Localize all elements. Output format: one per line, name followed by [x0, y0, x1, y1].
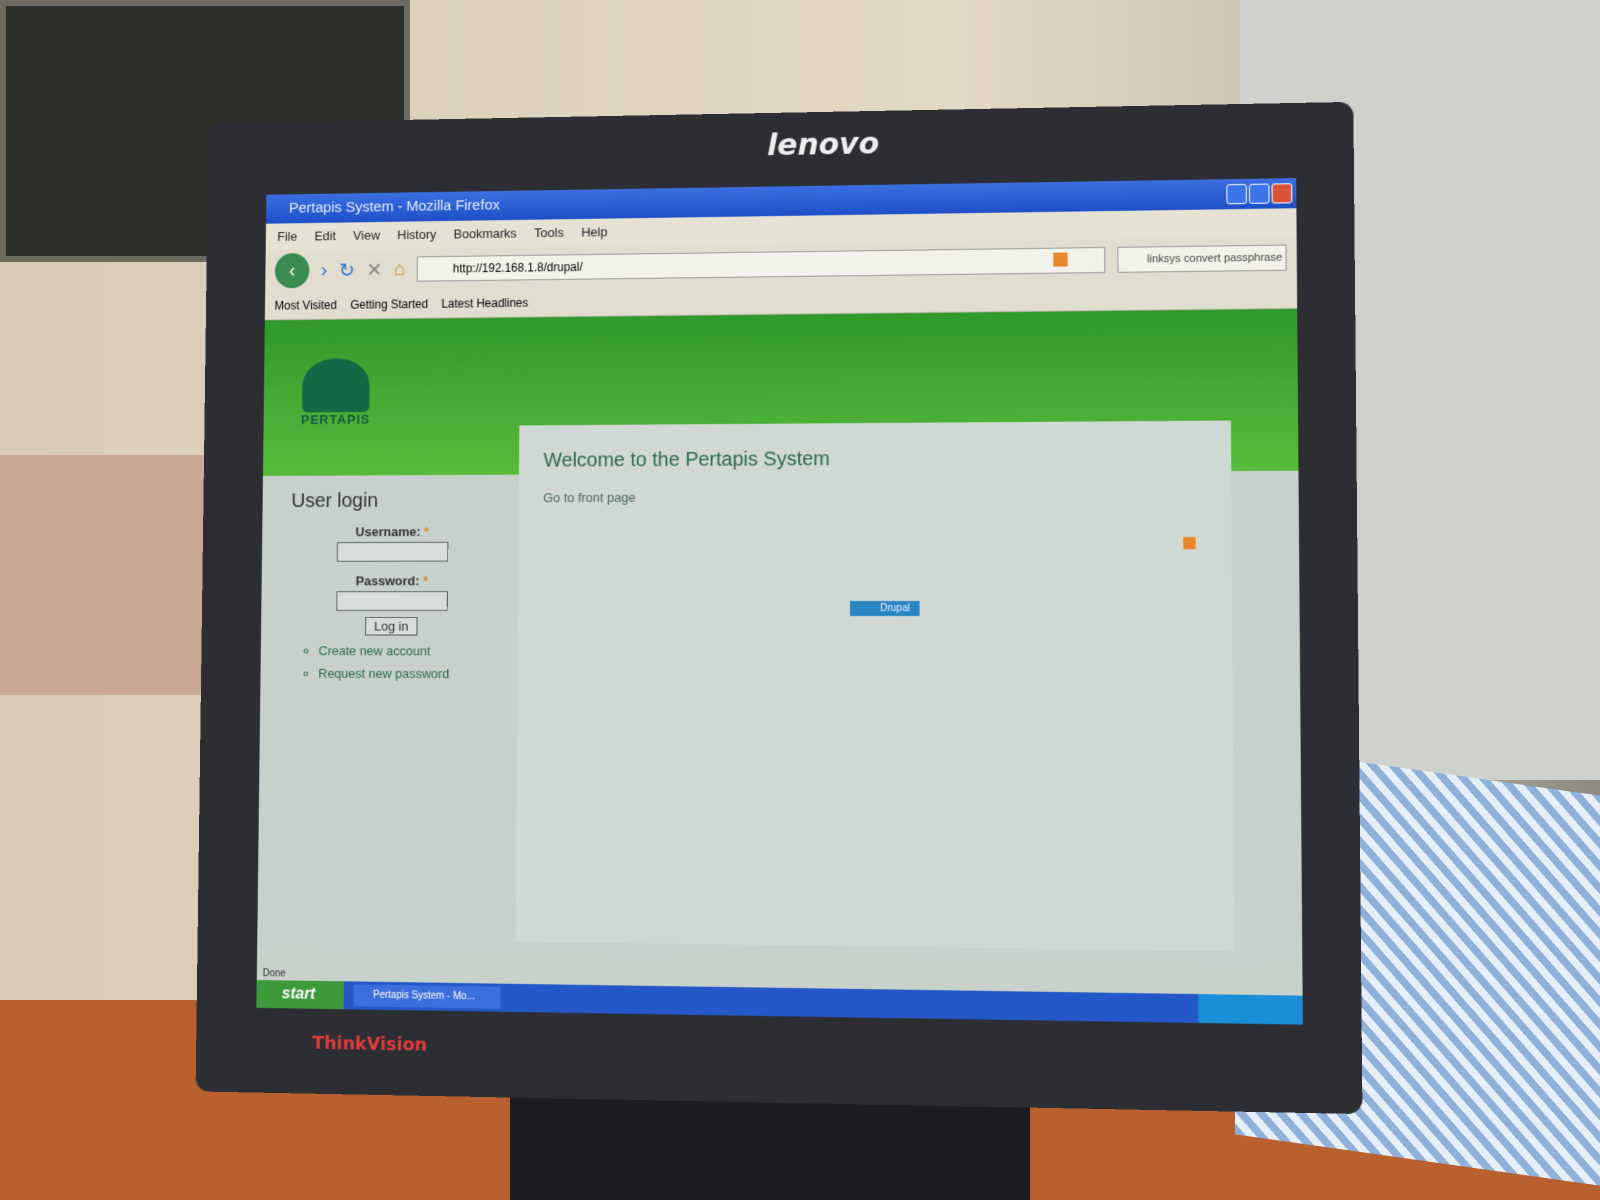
create-account-link[interactable]: Create new account [318, 643, 493, 658]
forward-button[interactable]: › [321, 259, 328, 281]
password-input[interactable] [335, 591, 448, 611]
bookmark-most-visited[interactable]: Most Visited [274, 290, 337, 319]
screen: Pertapis System - Mozilla Firefox File E… [256, 178, 1303, 1025]
username-input[interactable] [336, 541, 448, 562]
dome-icon [301, 358, 370, 413]
bookmark-latest-headlines[interactable]: Latest Headlines [441, 288, 528, 317]
request-password-link[interactable]: Request new password [318, 666, 493, 681]
front-page-link[interactable]: Go to front page [543, 487, 1206, 505]
menu-history[interactable]: History [397, 221, 436, 249]
main-content: Welcome to the Pertapis System Go to fro… [515, 420, 1235, 952]
required-mark: * [422, 573, 428, 589]
taskbar-firefox[interactable]: Pertapis System - Mo... [353, 984, 501, 1009]
user-login-block: User login Username: * Password: * Log i… [289, 490, 494, 682]
home-button[interactable]: ⌂ [394, 258, 406, 281]
username-label: Username: [355, 524, 421, 540]
lenovo-logo: lenovo [767, 126, 880, 164]
menu-bookmarks[interactable]: Bookmarks [454, 220, 517, 248]
menu-file[interactable]: File [277, 223, 297, 250]
menu-help[interactable]: Help [581, 219, 607, 247]
login-button[interactable]: Log in [365, 616, 418, 636]
minimize-button[interactable] [1226, 183, 1247, 205]
start-button[interactable]: start [256, 979, 344, 1010]
maximize-button[interactable] [1248, 183, 1270, 204]
stop-button[interactable]: ✕ [366, 257, 382, 281]
monitor: lenovo ThinkVision Pertapis System - Moz… [195, 101, 1363, 1115]
close-button[interactable] [1271, 183, 1293, 204]
page-title: Welcome to the Pertapis System [543, 448, 830, 472]
window-title: Pertapis System - Mozilla Firefox [288, 196, 500, 217]
password-label: Password: [355, 573, 420, 589]
bookmark-getting-started[interactable]: Getting Started [350, 289, 428, 318]
page-content: PERTAPIS Welcome to the Pertapis System … [257, 308, 1303, 963]
reload-button[interactable]: ↻ [339, 258, 355, 282]
url-bar[interactable]: http://192.168.1.8/drupal/ [417, 247, 1106, 282]
search-box[interactable]: linksys convert passphrase [1117, 244, 1287, 273]
url-text: http://192.168.1.8/drupal/ [452, 260, 583, 276]
rss-icon[interactable] [1053, 252, 1068, 267]
feed-icon[interactable] [1183, 537, 1196, 550]
drupal-badge[interactable]: Drupal [850, 600, 921, 617]
menu-view[interactable]: View [353, 222, 380, 250]
thinkvision-logo: ThinkVision [312, 1032, 428, 1056]
menu-edit[interactable]: Edit [314, 223, 336, 250]
menu-tools[interactable]: Tools [534, 219, 564, 247]
site-logo[interactable]: PERTAPIS [292, 339, 380, 466]
login-title: User login [291, 490, 379, 512]
required-mark: * [423, 524, 430, 539]
system-tray [1198, 994, 1303, 1025]
back-button[interactable]: ‹ [274, 253, 310, 289]
